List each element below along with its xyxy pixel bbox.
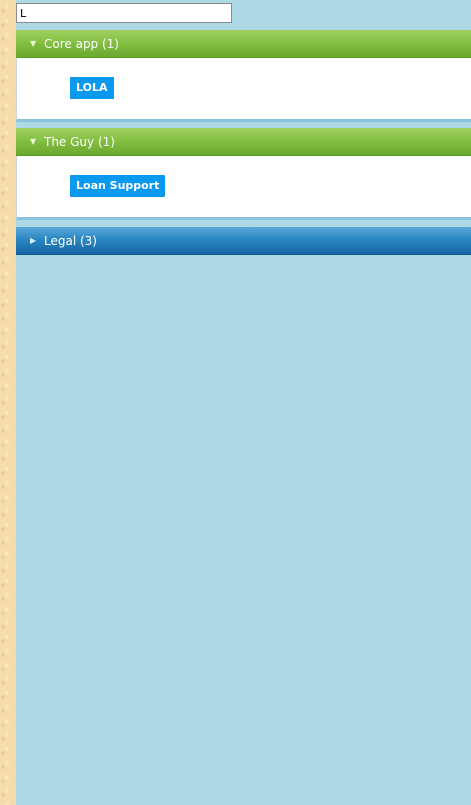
group-body-the-guy: Loan Support — [16, 156, 471, 220]
group-header-legal[interactable]: ▶ Legal (3) — [16, 227, 471, 255]
search-input[interactable] — [16, 3, 232, 23]
item-tag-lola[interactable]: LOLA — [70, 77, 114, 99]
group-core-app: ▼ Core app (1) LOLA — [16, 30, 471, 122]
group-header-the-guy[interactable]: ▼ The Guy (1) — [16, 128, 471, 156]
group-the-guy: ▼ The Guy (1) Loan Support — [16, 128, 471, 220]
group-header-label: Core app (1) — [44, 36, 119, 51]
triangle-down-icon: ▼ — [30, 137, 37, 146]
item-tag-loan-support[interactable]: Loan Support — [70, 175, 166, 197]
group-header-label: Legal (3) — [44, 233, 97, 248]
triangle-right-icon: ▶ — [30, 236, 37, 245]
group-body-core-app: LOLA — [16, 58, 471, 122]
group-header-label: The Guy (1) — [44, 134, 115, 149]
group-legal: ▶ Legal (3) — [16, 227, 471, 255]
group-header-core-app[interactable]: ▼ Core app (1) — [16, 30, 471, 58]
triangle-down-icon: ▼ — [30, 39, 37, 48]
